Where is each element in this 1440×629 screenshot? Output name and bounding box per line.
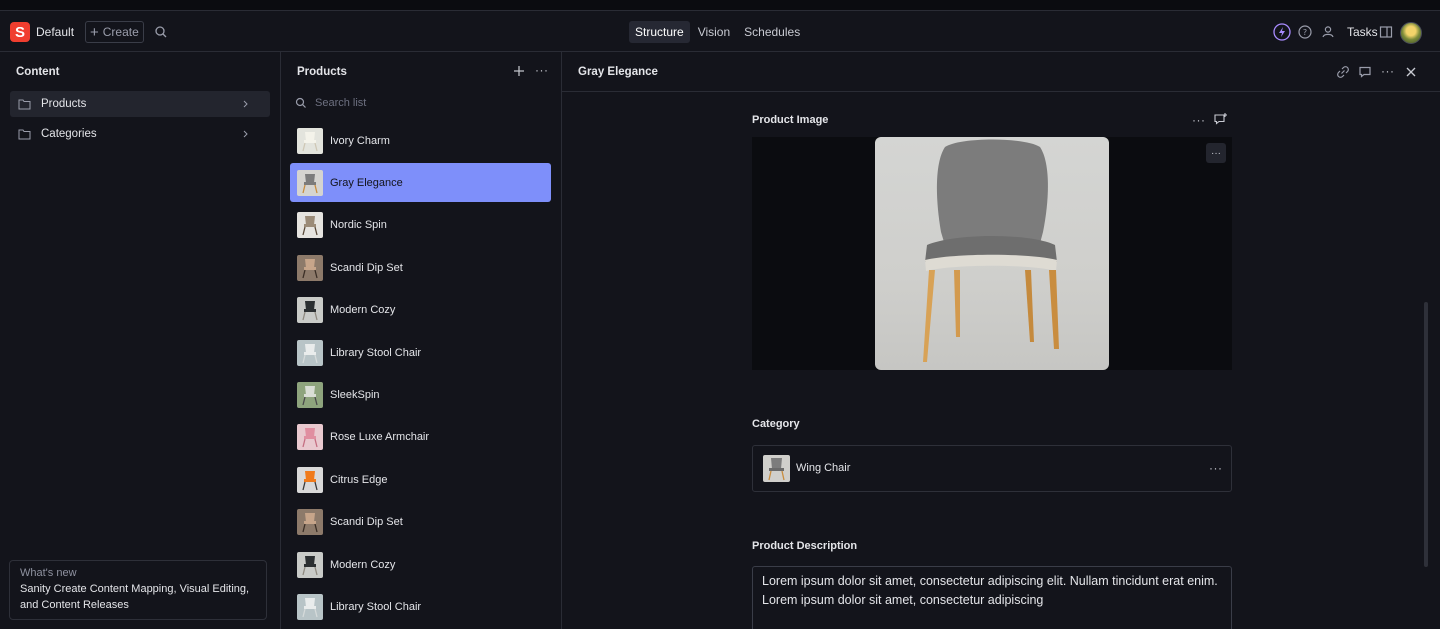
product-list-item-label: Nordic Spin xyxy=(330,219,387,232)
product-list-item-label: Scandi Dip Set xyxy=(330,516,403,529)
top-navbar: S Default + Create Structure Vision Sche… xyxy=(0,11,1440,52)
chair-illustration xyxy=(923,139,1059,362)
document-pane: Gray Elegance ··· Product Image ··· ··· … xyxy=(562,52,1440,629)
add-comment-icon[interactable] xyxy=(1213,112,1228,127)
comment-icon[interactable] xyxy=(1357,64,1373,80)
product-list-item[interactable]: Library Stool Chair xyxy=(290,587,551,626)
product-list-item[interactable]: Gray Elegance xyxy=(290,163,551,203)
content-item-categories[interactable]: Categories xyxy=(10,121,270,147)
product-list-item-label: Modern Cozy xyxy=(330,304,396,317)
tab-schedules[interactable]: Schedules xyxy=(738,21,806,43)
whats-new-body: Sanity Create Content Mapping, Visual Ed… xyxy=(20,583,250,611)
product-image-label: Product Image xyxy=(752,114,829,126)
sanity-logo[interactable]: S xyxy=(10,22,30,42)
product-thumbnail xyxy=(297,212,323,239)
product-list-item[interactable]: Modern Cozy xyxy=(290,291,551,330)
user-avatar[interactable] xyxy=(1400,22,1422,44)
link-icon[interactable] xyxy=(1335,64,1351,80)
product-list-item[interactable]: Rose Luxe Armchair xyxy=(290,418,551,457)
product-thumbnail xyxy=(297,551,323,578)
content-item-label: Products xyxy=(41,98,87,110)
product-thumbnail xyxy=(297,254,323,281)
category-value: Wing Chair xyxy=(796,462,851,474)
product-list-item-label: Citrus Edge xyxy=(330,473,388,486)
category-thumbnail xyxy=(763,455,790,482)
chevron-right-icon xyxy=(243,100,248,108)
plus-icon[interactable] xyxy=(512,64,526,78)
product-list-item[interactable]: SleekSpin xyxy=(290,375,551,414)
content-item-label: Categories xyxy=(41,128,97,140)
product-list-item[interactable]: Scandi Dip Set xyxy=(290,248,551,287)
image-more-button[interactable]: ··· xyxy=(1206,143,1226,163)
whats-new-heading: What's new xyxy=(20,567,77,579)
product-thumbnail xyxy=(297,466,323,493)
scrollbar[interactable] xyxy=(1424,302,1428,567)
create-button[interactable]: + Create xyxy=(85,21,144,43)
product-list-item[interactable]: Modern Cozy xyxy=(290,545,551,584)
panel-toggle-icon[interactable] xyxy=(1378,24,1394,40)
product-description-label: Product Description xyxy=(752,540,858,552)
document-title: Gray Elegance xyxy=(578,66,658,78)
product-list-item-label: Library Stool Chair xyxy=(330,600,422,613)
create-button-label: Create xyxy=(102,25,139,39)
product-thumbnail xyxy=(297,297,323,324)
more-options-icon[interactable]: ··· xyxy=(535,63,549,77)
whats-new-card[interactable]: What's new Sanity Create Content Mapping… xyxy=(9,560,267,620)
tasks-label[interactable]: Tasks xyxy=(1347,25,1378,39)
category-label: Category xyxy=(752,418,800,430)
access-icon[interactable] xyxy=(1320,24,1336,40)
svg-text:?: ? xyxy=(1303,28,1307,37)
product-list-item-label: Scandi Dip Set xyxy=(330,261,403,274)
document-header: Gray Elegance ··· xyxy=(562,52,1440,92)
products-pane-title: Products xyxy=(297,66,347,78)
folder-icon xyxy=(18,129,31,140)
search-list[interactable]: Search list xyxy=(295,93,545,113)
help-icon[interactable]: ? xyxy=(1297,24,1313,40)
tab-structure[interactable]: Structure xyxy=(629,21,690,43)
plus-icon: + xyxy=(90,23,99,41)
tab-vision[interactable]: Vision xyxy=(692,21,736,43)
product-thumbnail xyxy=(297,339,323,366)
product-list-item-label: Rose Luxe Armchair xyxy=(330,431,430,444)
product-list-item-label: Modern Cozy xyxy=(330,558,396,571)
product-list-item[interactable]: Ivory Charm xyxy=(290,121,551,160)
folder-icon xyxy=(18,99,31,110)
search-icon xyxy=(295,97,306,108)
category-reference[interactable]: Wing Chair ··· xyxy=(752,445,1232,492)
workspace-name[interactable]: Default xyxy=(36,25,74,39)
product-list-item[interactable]: Scandi Dip Set xyxy=(290,503,551,542)
content-item-products[interactable]: Products xyxy=(10,91,270,117)
more-options-icon[interactable]: ··· xyxy=(1381,64,1395,78)
content-pane-title: Content xyxy=(16,66,60,78)
product-list-item-label: Library Stool Chair xyxy=(330,346,422,359)
product-description-input[interactable]: Lorem ipsum dolor sit amet, consectetur … xyxy=(752,566,1232,629)
tool-tabs: Structure Vision Schedules xyxy=(629,21,806,43)
product-list-item[interactable]: Nordic Spin xyxy=(290,206,551,245)
product-list-item[interactable]: Citrus Edge xyxy=(290,460,551,499)
product-thumbnail xyxy=(297,509,323,536)
window-top-strip xyxy=(0,0,1440,11)
search-input[interactable]: Search list xyxy=(315,97,366,109)
product-image xyxy=(875,137,1109,370)
product-thumbnail xyxy=(297,381,323,408)
content-pane: Content Products Categories What's new S… xyxy=(0,52,281,629)
more-options-icon[interactable]: ··· xyxy=(1209,461,1223,475)
close-icon[interactable] xyxy=(1403,64,1419,80)
product-list-item-label: Gray Elegance xyxy=(330,176,403,189)
chevron-right-icon xyxy=(243,130,248,138)
lightning-icon[interactable] xyxy=(1273,23,1291,41)
product-image-field[interactable]: ··· xyxy=(752,137,1232,370)
more-options-icon[interactable]: ··· xyxy=(1192,113,1206,127)
product-thumbnail xyxy=(297,424,323,451)
product-thumbnail xyxy=(297,169,323,196)
product-thumbnail xyxy=(297,127,323,154)
search-icon[interactable] xyxy=(153,24,169,40)
product-list-item-label: SleekSpin xyxy=(330,388,380,401)
product-list-item-label: Ivory Charm xyxy=(330,134,390,147)
products-pane: Products ··· Search list Ivory Charm Gray… xyxy=(281,52,562,629)
product-list-item[interactable]: Library Stool Chair xyxy=(290,333,551,372)
product-thumbnail xyxy=(297,593,323,620)
